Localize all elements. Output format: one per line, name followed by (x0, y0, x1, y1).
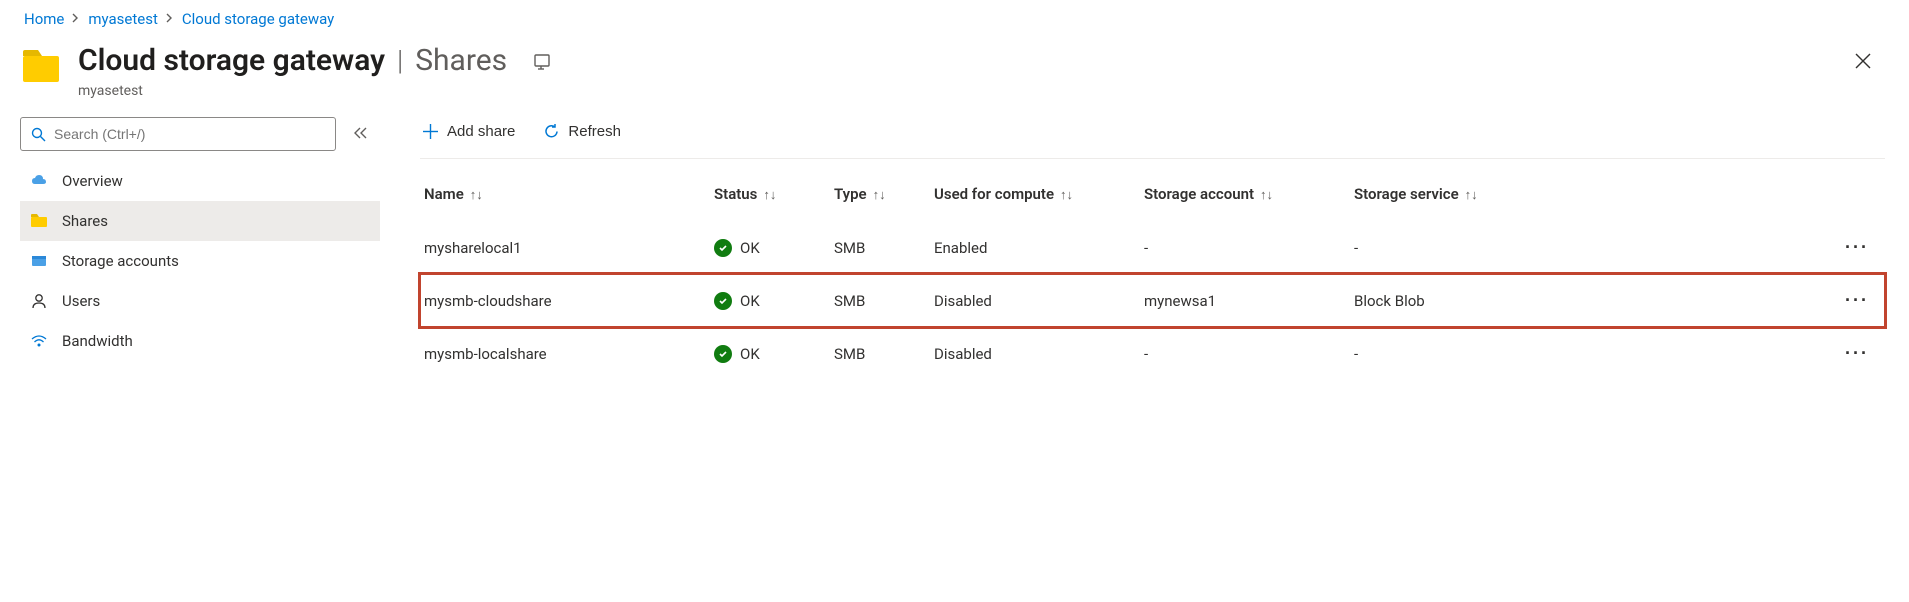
cell-status: OK (714, 345, 820, 363)
col-account[interactable]: Storage account↑↓ (1140, 167, 1350, 221)
sidebar-item-overview[interactable]: Overview (20, 161, 380, 201)
cell-service: - (1350, 221, 1835, 274)
col-status[interactable]: Status↑↓ (710, 167, 830, 221)
cell-account: - (1140, 327, 1350, 380)
col-type[interactable]: Type↑↓ (830, 167, 930, 221)
toolbar-label: Refresh (568, 123, 621, 140)
cell-service: Block Blob (1350, 274, 1835, 327)
breadcrumb-blade[interactable]: Cloud storage gateway (182, 10, 334, 28)
pin-button[interactable] (527, 46, 557, 81)
storage-icon (30, 252, 48, 270)
table-row[interactable]: mysharelocal1 OK SMB Enabled - - ··· (420, 221, 1885, 274)
cell-account: mynewsa1 (1140, 274, 1350, 327)
row-actions-button[interactable]: ··· (1839, 233, 1875, 262)
breadcrumb-home[interactable]: Home (24, 10, 64, 28)
cell-compute: Disabled (930, 274, 1140, 327)
sidebar-collapse-button[interactable] (348, 122, 374, 146)
sidebar-nav: Overview Shares Storage accounts Users (20, 161, 380, 361)
cell-type: SMB (830, 221, 930, 274)
sidebar-search[interactable] (20, 117, 336, 151)
table-row[interactable]: mysmb-cloudshare OK SMB Disabled mynewsa… (420, 274, 1885, 327)
sidebar-item-label: Overview (62, 172, 123, 190)
add-share-button[interactable]: Add share (420, 119, 517, 144)
main: Add share Refresh Name↑↓ Status↑↓ (380, 117, 1909, 380)
cell-compute: Enabled (930, 221, 1140, 274)
breadcrumb: Home myasetest Cloud storage gateway (0, 0, 1909, 36)
breadcrumb-resource[interactable]: myasetest (88, 10, 158, 28)
table-row[interactable]: mysmb-localshare OK SMB Disabled - - ··· (420, 327, 1885, 380)
cell-account: - (1140, 221, 1350, 274)
ok-icon (714, 345, 732, 363)
toolbar-label: Add share (447, 123, 515, 140)
folder-icon (30, 212, 48, 230)
cell-name: mysmb-localshare (420, 327, 710, 380)
sort-icon: ↑↓ (873, 187, 886, 203)
refresh-button[interactable]: Refresh (541, 119, 623, 144)
chevron-double-left-icon (354, 127, 368, 139)
pin-icon (533, 52, 551, 70)
ok-icon (714, 239, 732, 257)
sidebar-item-storage-accounts[interactable]: Storage accounts (20, 241, 380, 281)
sidebar-item-users[interactable]: Users (20, 281, 380, 321)
cell-status: OK (714, 239, 820, 257)
sidebar-item-label: Users (62, 292, 100, 310)
cell-name: mysharelocal1 (420, 221, 710, 274)
shares-table: Name↑↓ Status↑↓ Type↑↓ Used for compute↑… (420, 167, 1885, 380)
cloud-icon (30, 172, 48, 190)
page-title: Cloud storage gateway (78, 43, 385, 78)
cell-name: mysmb-cloudshare (420, 274, 710, 327)
sidebar-item-shares[interactable]: Shares (20, 201, 380, 241)
sidebar: Overview Shares Storage accounts Users (20, 117, 380, 361)
search-icon (31, 127, 46, 142)
page-header: Cloud storage gateway | Shares myasetest (0, 36, 1909, 117)
wifi-icon (30, 332, 48, 350)
sidebar-item-bandwidth[interactable]: Bandwidth (20, 321, 380, 361)
cell-type: SMB (830, 327, 930, 380)
chevron-right-icon (164, 12, 176, 26)
cell-service: - (1350, 327, 1835, 380)
sidebar-item-label: Bandwidth (62, 332, 133, 350)
sort-icon: ↑↓ (470, 187, 483, 203)
page-section: Shares (415, 43, 507, 78)
sidebar-item-label: Storage accounts (62, 252, 179, 270)
col-compute[interactable]: Used for compute↑↓ (930, 167, 1140, 221)
col-service[interactable]: Storage service↑↓ (1350, 167, 1835, 221)
close-icon (1855, 53, 1871, 69)
plus-icon (422, 123, 439, 140)
toolbar: Add share Refresh (420, 117, 1885, 159)
sort-icon: ↑↓ (1060, 187, 1073, 203)
cell-status: OK (714, 292, 820, 310)
sort-icon: ↑↓ (1260, 187, 1273, 203)
cell-type: SMB (830, 274, 930, 327)
page-subtitle: myasetest (78, 83, 1847, 99)
cell-compute: Disabled (930, 327, 1140, 380)
search-input[interactable] (46, 125, 325, 143)
refresh-icon (543, 123, 560, 140)
user-icon (30, 292, 48, 310)
col-name[interactable]: Name↑↓ (420, 167, 710, 221)
title-separator: | (397, 44, 403, 77)
row-actions-button[interactable]: ··· (1839, 286, 1875, 315)
close-button[interactable] (1847, 44, 1879, 83)
chevron-right-icon (70, 12, 82, 26)
sort-icon: ↑↓ (763, 187, 776, 203)
row-actions-button[interactable]: ··· (1839, 339, 1875, 368)
ok-icon (714, 292, 732, 310)
folder-icon (20, 46, 62, 88)
sort-icon: ↑↓ (1465, 187, 1478, 203)
sidebar-item-label: Shares (62, 212, 108, 230)
